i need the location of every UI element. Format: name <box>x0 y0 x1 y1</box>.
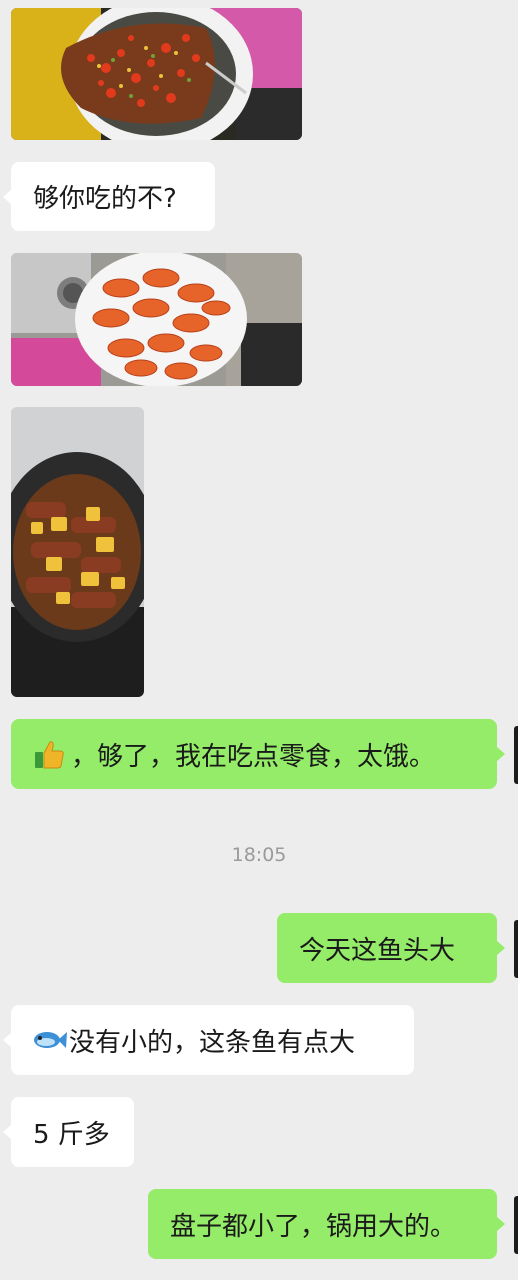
message-text: 今天这鱼头大 <box>299 935 456 966</box>
avatar[interactable] <box>514 726 518 784</box>
message-text: 够你吃的不? <box>33 184 177 214</box>
message-bubble-incoming[interactable]: 5 斤多 <box>11 1097 134 1167</box>
braised-meat-wok-photo[interactable] <box>11 407 144 697</box>
message-bubble-incoming[interactable]: 够你吃的不? <box>11 162 215 231</box>
message-bubble-outgoing[interactable]: 盘子都小了，锅用大的。 <box>148 1189 497 1259</box>
avatar[interactable] <box>514 1196 518 1254</box>
braised-meat-wok-image <box>11 407 144 697</box>
message-timestamp: 18:05 <box>231 844 287 866</box>
fish-head-dish-photo[interactable] <box>11 8 302 140</box>
message-text: ，够了，我在吃点零食，太饿。 <box>71 741 436 772</box>
message-text: 5 斤多 <box>33 1119 110 1150</box>
fish-icon <box>33 1027 67 1053</box>
message-bubble-incoming[interactable]: 没有小的，这条鱼有点大 <box>11 1005 414 1075</box>
message-bubble-outgoing[interactable]: 今天这鱼头大 <box>277 913 497 983</box>
message-bubble-outgoing[interactable]: ，够了，我在吃点零食，太饿。 <box>11 719 497 789</box>
avatar[interactable] <box>514 920 518 978</box>
bubble-tail <box>496 1216 505 1232</box>
shrimp-plate-photo[interactable] <box>11 253 302 386</box>
bubble-tail <box>496 746 505 762</box>
message-text: 盘子都小了，锅用大的。 <box>170 1211 457 1242</box>
message-text: 没有小的，这条鱼有点大 <box>69 1027 356 1058</box>
bubble-tail <box>496 940 505 956</box>
thumbs-up-icon <box>33 738 65 770</box>
shrimp-plate-image <box>11 253 302 386</box>
fish-head-dish-image <box>11 8 302 140</box>
